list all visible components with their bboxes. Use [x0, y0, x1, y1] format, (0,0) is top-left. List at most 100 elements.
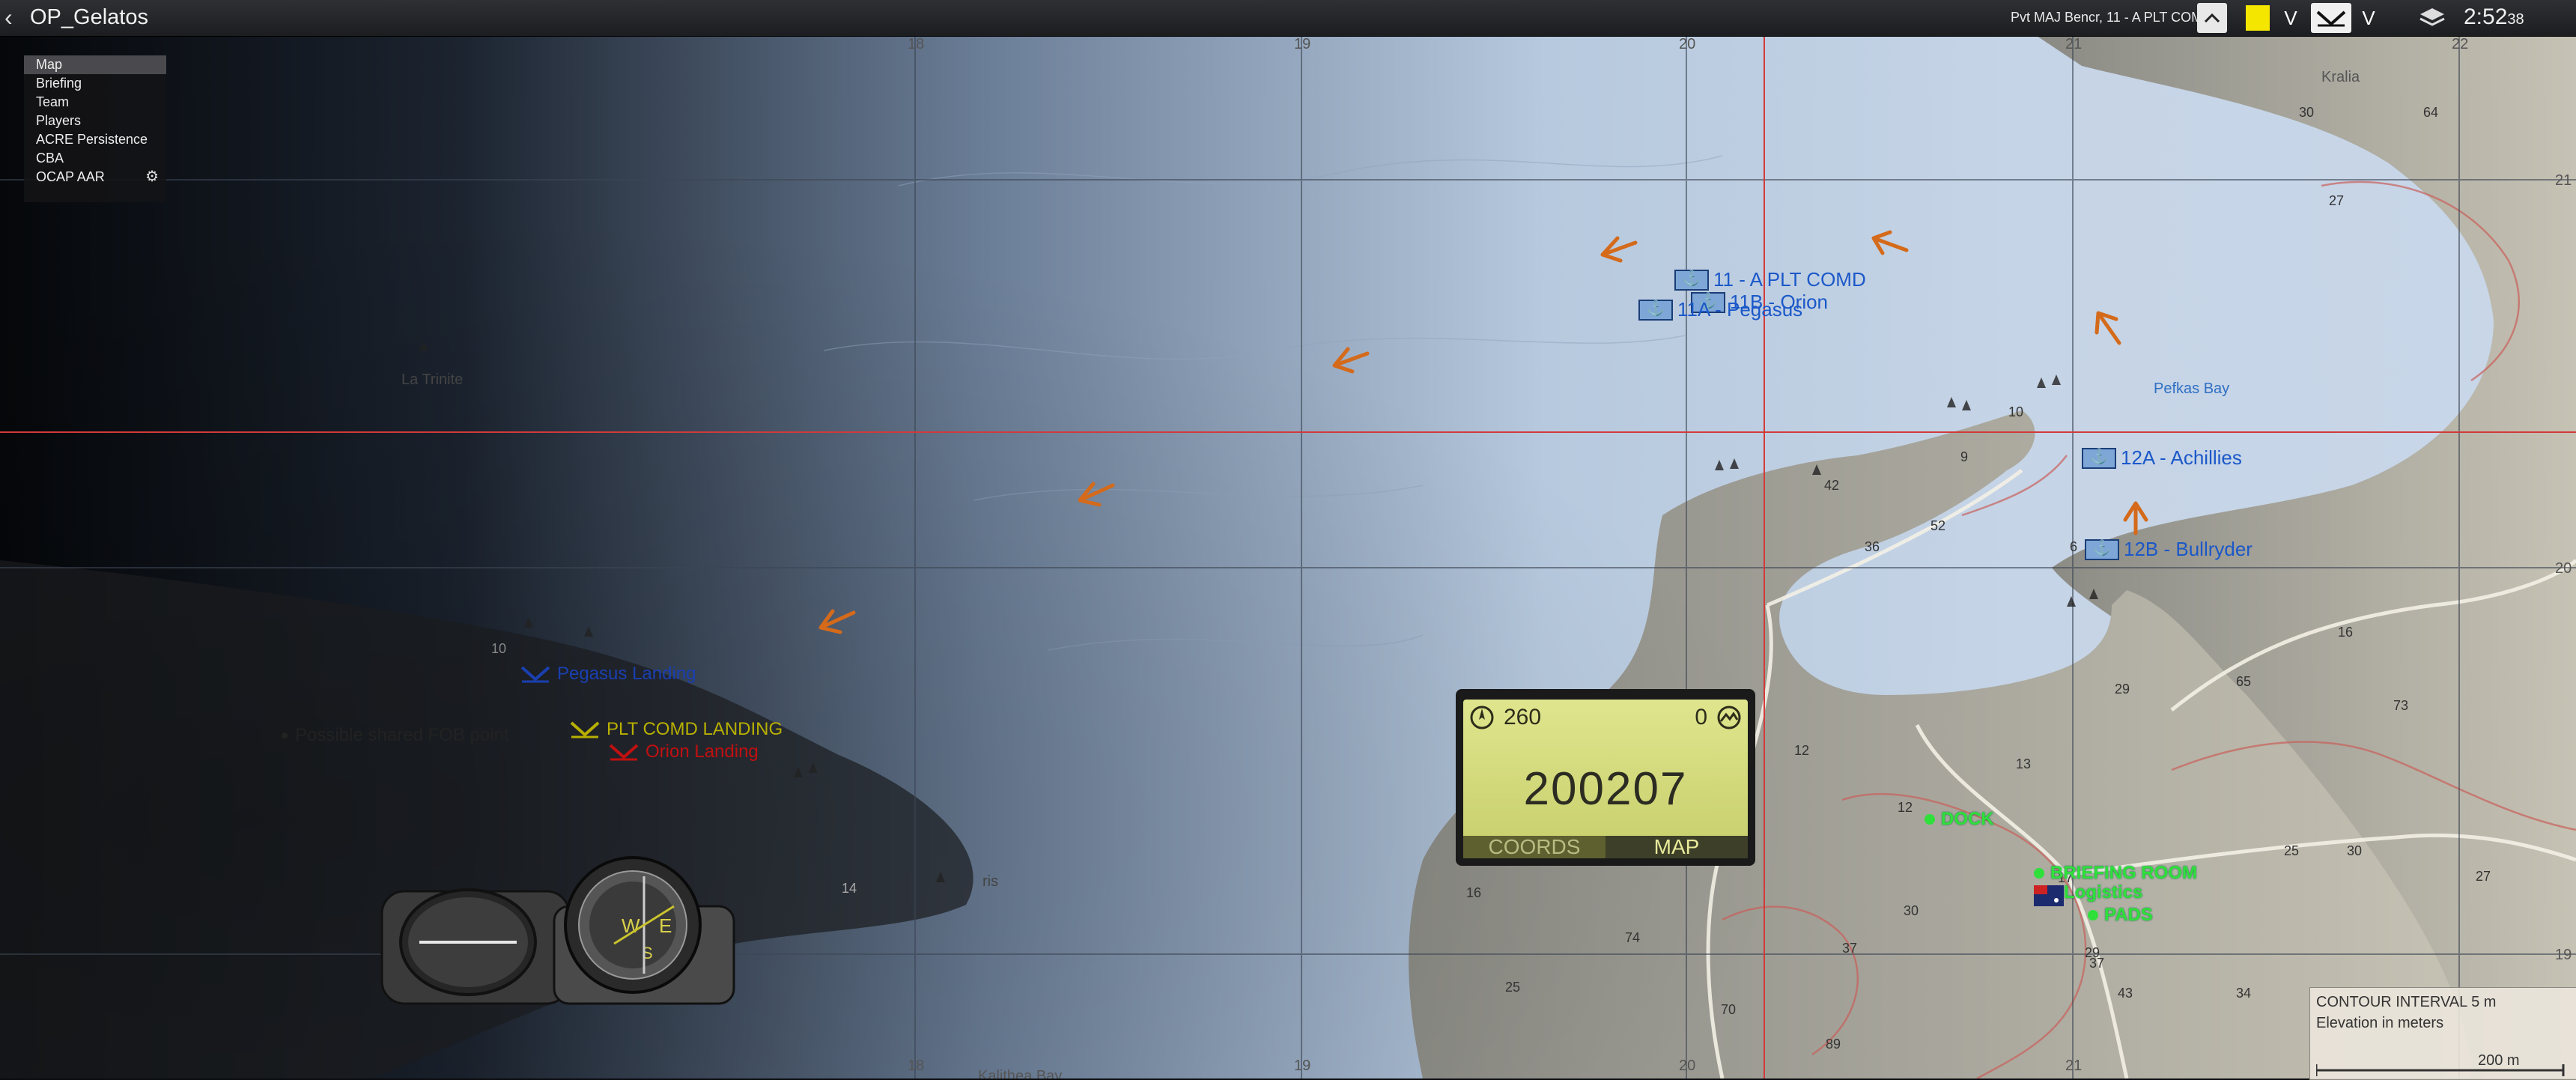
- layers-icon: [2419, 8, 2445, 26]
- flag-icon: [2034, 885, 2064, 906]
- marker-pads[interactable]: PADS: [2088, 905, 2153, 926]
- player-label: Pvt MAJ Bencr, 11 - A PLT COMD 2: [2011, 10, 2224, 25]
- gps-top-row: 260 0: [1469, 704, 1742, 731]
- landing-marker-icon: [2316, 10, 2346, 27]
- clock: 2:5238: [2464, 4, 2524, 30]
- unit-label: 12B - Bullryder: [2124, 538, 2253, 560]
- map-view[interactable]: 18 19 20 21 22 18 19 20 21 21 20 19 Kral…: [0, 36, 2576, 1079]
- landing-marker-icon: [609, 744, 639, 761]
- elevation-label: 36: [1865, 539, 1880, 554]
- marker-label: PADS: [2104, 905, 2153, 925]
- marker-type-button[interactable]: [2311, 3, 2351, 33]
- channel-dropdown-1[interactable]: V: [2279, 3, 2302, 33]
- marker-pegasus-landing[interactable]: Pegasus Landing: [520, 664, 696, 685]
- elevation-label: 9: [1960, 449, 1969, 464]
- naval-unit-icon: [1674, 269, 1709, 291]
- unit-marker-achillies[interactable]: 12A - Achillies: [2082, 446, 2242, 470]
- grid-label-top-19: 19: [1294, 36, 1311, 52]
- bay-label: Pefkas Bay: [2154, 380, 2230, 397]
- marker-plt-comd-landing[interactable]: PLT COMD LANDING: [569, 719, 783, 740]
- elevation-label: 16: [2338, 625, 2354, 640]
- elevation-label: 73: [2393, 698, 2409, 713]
- top-bar: ‹ OP_Gelatos Pvt MAJ Bencr, 11 - A PLT C…: [0, 0, 2576, 37]
- gps-tab-coords[interactable]: COORDS: [1463, 836, 1606, 858]
- elevation-label: 70: [1721, 1002, 1737, 1017]
- legend-elevation-units: Elevation in meters: [2316, 1015, 2444, 1031]
- menu-item-acre-persistence[interactable]: ACRE Persistence: [24, 130, 166, 149]
- marker-label: DOCK: [1941, 809, 1994, 829]
- side-menu: Map Briefing Team Players ACRE Persisten…: [24, 55, 166, 202]
- elevation-label: 43: [2118, 986, 2133, 1001]
- menu-item-label: OCAP AAR: [36, 169, 105, 184]
- marker-dot-icon: [2088, 910, 2098, 920]
- naval-unit-icon: [2082, 447, 2116, 469]
- gps-device[interactable]: 260 0 200207 COORDS MAP: [1456, 689, 1755, 866]
- grid-label-bottom-18: 18: [908, 1058, 925, 1074]
- terrain-icon: [1717, 706, 1741, 729]
- grid-label-top-18: 18: [908, 36, 925, 52]
- clock-time: 2:52: [2464, 4, 2508, 29]
- gps-tab-map[interactable]: MAP: [1606, 836, 1748, 858]
- unit-marker-plt-comd[interactable]: 11 - A PLT COMD: [1674, 268, 1866, 291]
- layers-button[interactable]: [2416, 3, 2449, 33]
- unit-label: 12A - Achillies: [2121, 446, 2242, 469]
- menu-item-cba[interactable]: CBA: [24, 149, 166, 168]
- elevation-label: 10: [491, 641, 507, 656]
- menu-item-players[interactable]: Players: [24, 112, 166, 130]
- town-label: La Trinite: [401, 371, 464, 388]
- menu-item-ocap-aar[interactable]: OCAP AAR ⚙: [24, 168, 166, 186]
- grid-label-right-19: 19: [2555, 947, 2572, 963]
- elevation-label: 6: [2070, 539, 2078, 554]
- mission-title: OP_Gelatos: [30, 5, 148, 29]
- grid-label-top-21: 21: [2065, 36, 2083, 52]
- marker-briefing-room[interactable]: BRIEFING ROOM: [2034, 863, 2197, 884]
- marker-dock[interactable]: DOCK: [1925, 809, 1994, 830]
- unit-label: 11A - Pegasus: [1677, 298, 1803, 321]
- collapse-button[interactable]: [2197, 3, 2227, 33]
- unit-label: 11 - A PLT COMD: [1713, 268, 1866, 291]
- marker-dropdown[interactable]: V: [2357, 3, 2380, 33]
- marker-label: PLT COMD LANDING: [607, 719, 783, 739]
- chevron-up-icon: [2204, 13, 2220, 23]
- map-legend: CONTOUR INTERVAL 5 m Elevation in meters…: [2309, 987, 2576, 1080]
- grid-label-bottom-19: 19: [1294, 1058, 1311, 1074]
- elevation-label: 30: [2299, 105, 2315, 120]
- unit-marker-pegasus[interactable]: 11A - Pegasus: [1638, 298, 1802, 321]
- gps-altitude: 0: [1695, 705, 1707, 729]
- menu-item-map[interactable]: Map: [24, 55, 166, 74]
- compass-device[interactable]: W E S: [374, 846, 764, 1041]
- marker-label: BRIEFING ROOM: [2050, 863, 2197, 883]
- grid-label-top-22: 22: [2452, 36, 2469, 52]
- marker-fob-point[interactable]: ● Possible shared FOB point: [280, 725, 509, 746]
- marker-dot-icon: [1925, 814, 1935, 825]
- elevation-label: 12: [1794, 743, 1810, 758]
- town-label: Kalithea Bay: [978, 1068, 1063, 1079]
- elevation-label: 25: [2284, 843, 2300, 858]
- elevation-label: 64: [2423, 105, 2439, 120]
- elevation-label: 74: [1625, 930, 1641, 945]
- marker-color-button[interactable]: [2245, 3, 2270, 33]
- gear-icon[interactable]: ⚙: [145, 168, 159, 186]
- back-button[interactable]: ‹: [4, 4, 13, 31]
- marker-orion-landing[interactable]: Orion Landing: [608, 741, 759, 762]
- town-label: Kralia: [2321, 69, 2360, 85]
- marker-label: Pegasus Landing: [557, 664, 696, 684]
- naval-unit-icon: [1638, 299, 1673, 321]
- legend-contour-interval: CONTOUR INTERVAL 5 m: [2316, 994, 2497, 1010]
- menu-item-briefing[interactable]: Briefing: [24, 74, 166, 93]
- gps-tabs: COORDS MAP: [1463, 836, 1748, 858]
- grid-label-bottom-20: 20: [1679, 1058, 1696, 1074]
- elevation-label: 42: [1824, 478, 1840, 493]
- town-label: ris: [982, 873, 999, 890]
- elevation-label: 10: [2008, 404, 2024, 419]
- elevation-label: 27: [2329, 193, 2345, 208]
- compass-letter: E: [659, 914, 672, 937]
- compass-icon: [1470, 706, 1494, 729]
- unit-marker-bullryder[interactable]: 12B - Bullryder: [2085, 538, 2253, 561]
- marker-label: Possible shared FOB point: [295, 725, 509, 745]
- menu-item-team[interactable]: Team: [24, 93, 166, 112]
- clock-seconds: 38: [2507, 11, 2524, 28]
- grid-label-right-20: 20: [2555, 560, 2572, 577]
- grid-label-top-20: 20: [1679, 36, 1696, 52]
- elevation-label: 89: [1826, 1037, 1841, 1052]
